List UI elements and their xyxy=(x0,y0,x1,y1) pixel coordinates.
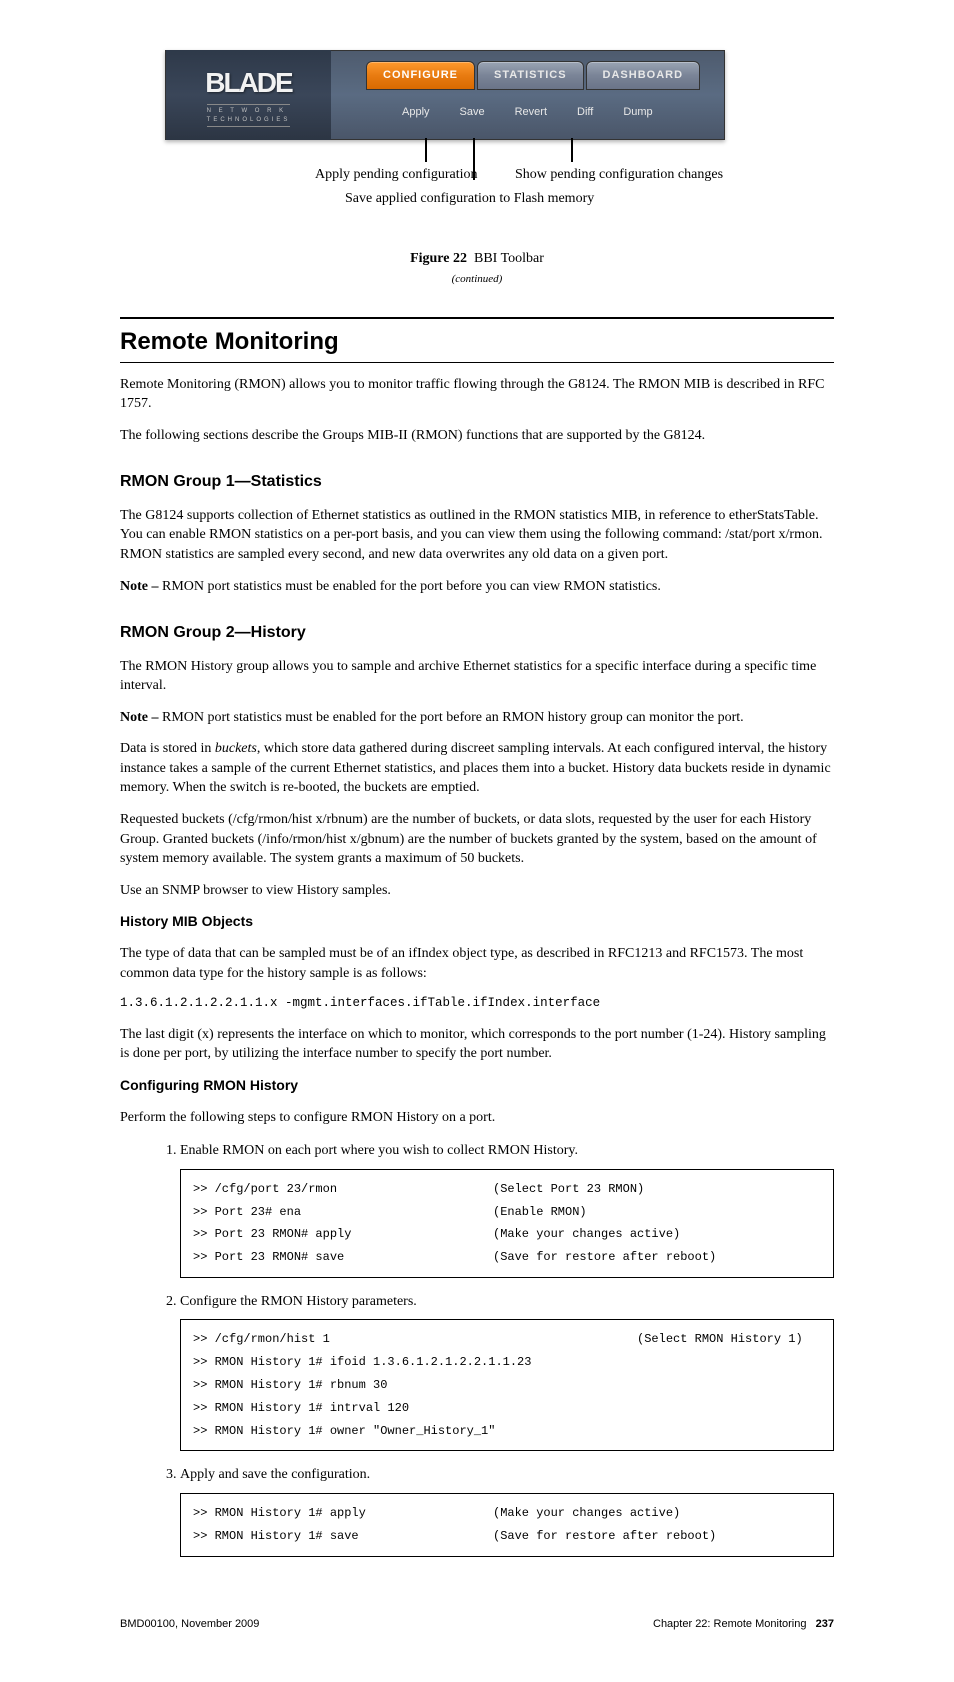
callout-labels: Apply pending configuration Save applied… xyxy=(165,183,834,233)
apply-button[interactable]: Apply xyxy=(396,101,436,124)
step-1: Enable RMON on each port where you wish … xyxy=(180,1141,834,1278)
footer-left: BMD00100, November 2009 xyxy=(120,1617,259,1632)
terminal-1: >> /cfg/port 23/rmon(Select Port 23 RMON… xyxy=(180,1169,834,1278)
group2-p2: Data is stored in buckets, which store d… xyxy=(120,739,834,798)
config-heading: Configuring RMON History xyxy=(120,1076,834,1096)
brand-logo-main: BLADE xyxy=(205,63,291,102)
history-mib-oid: 1.3.6.1.2.1.2.2.1.1.x -mgmt.interfaces.i… xyxy=(120,995,834,1013)
callout-save: Save applied configuration to Flash memo… xyxy=(345,189,625,209)
group2-p4: Use an SNMP browser to view History samp… xyxy=(120,881,834,901)
history-mib-p2: The last digit (x) represents the interf… xyxy=(120,1025,834,1064)
section-intro-2: The following sections describe the Grou… xyxy=(120,426,834,446)
group2-note: Note – RMON port statistics must be enab… xyxy=(120,708,834,728)
bbi-toolbar-figure: BLADE N E T W O R K TECHNOLOGIES CONFIGU… xyxy=(120,50,834,287)
group2-p3: Requested buckets (/cfg/rmon/hist x/rbnu… xyxy=(120,810,834,869)
page-footer: BMD00100, November 2009 Chapter 22: Remo… xyxy=(120,1617,834,1632)
history-mib-heading: History MIB Objects xyxy=(120,912,834,932)
terminal-3: >> RMON History 1# apply(Make your chang… xyxy=(180,1493,834,1557)
footer-right: Chapter 22: Remote Monitoring 237 xyxy=(653,1617,834,1632)
subsection-heading-group1: RMON Group 1—Statistics xyxy=(120,471,834,493)
toolbar-commands: Apply Save Revert Diff Dump xyxy=(396,101,659,124)
callout-diff: Show pending configuration changes xyxy=(515,165,745,185)
context-tabs: CONFIGURE STATISTICS DASHBOARD xyxy=(366,61,700,90)
bbi-toolbar: BLADE N E T W O R K TECHNOLOGIES CONFIGU… xyxy=(165,50,725,140)
group1-note: Note – RMON port statistics must be enab… xyxy=(120,577,834,597)
revert-button[interactable]: Revert xyxy=(509,101,553,124)
config-intro: Perform the following steps to configure… xyxy=(120,1108,834,1128)
tab-dashboard[interactable]: DASHBOARD xyxy=(586,61,701,90)
terminal-2: >> /cfg/rmon/hist 1 (Select RMON History… xyxy=(180,1319,834,1451)
step-2: Configure the RMON History parameters. >… xyxy=(180,1292,834,1452)
diff-button[interactable]: Diff xyxy=(571,101,599,124)
subsection-heading-group2: RMON Group 2—History xyxy=(120,622,834,644)
config-steps: Enable RMON on each port where you wish … xyxy=(180,1141,834,1557)
dump-button[interactable]: Dump xyxy=(617,101,658,124)
group1-p1: The G8124 supports collection of Etherne… xyxy=(120,506,834,565)
brand-logo-subtitle: N E T W O R K TECHNOLOGIES xyxy=(207,104,291,127)
tab-configure[interactable]: CONFIGURE xyxy=(366,61,475,90)
brand-logo: BLADE N E T W O R K TECHNOLOGIES xyxy=(166,50,331,140)
history-mib-p1: The type of data that can be sampled mus… xyxy=(120,944,834,983)
step-3: Apply and save the configuration. >> RMO… xyxy=(180,1465,834,1556)
tab-statistics[interactable]: STATISTICS xyxy=(477,61,584,90)
section-heading: Remote Monitoring xyxy=(120,317,834,363)
figure-continued: (continued) xyxy=(120,272,834,287)
callout-apply: Apply pending configuration xyxy=(315,165,505,185)
figure-caption: Figure 22 BBI Toolbar xyxy=(120,249,834,269)
group2-p1: The RMON History group allows you to sam… xyxy=(120,657,834,696)
save-button[interactable]: Save xyxy=(454,101,491,124)
section-intro-1: Remote Monitoring (RMON) allows you to m… xyxy=(120,375,834,414)
